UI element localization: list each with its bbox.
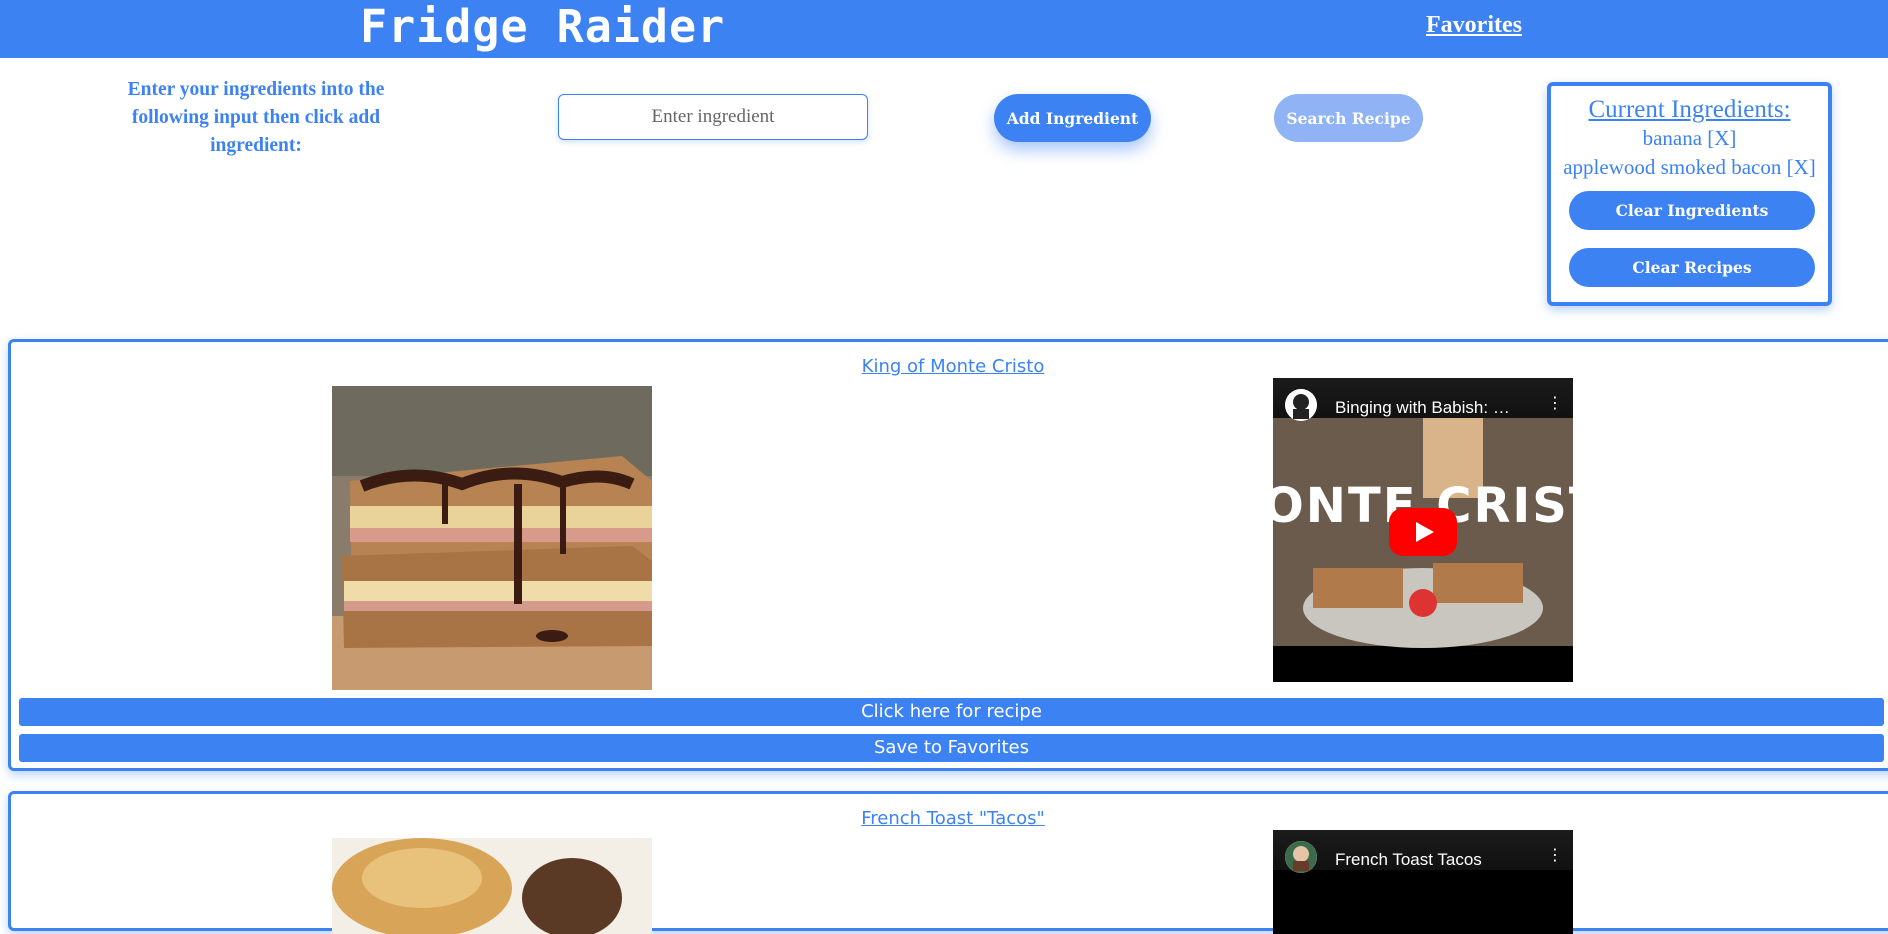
recipe-title-link[interactable]: King of Monte Cristo: [11, 356, 1888, 377]
more-options-icon[interactable]: ⋮: [1547, 395, 1563, 411]
ingredient-item-bacon[interactable]: applewood smoked bacon [X]: [1551, 153, 1828, 182]
save-to-favorites-button[interactable]: Save to Favorites: [19, 734, 1884, 762]
youtube-video-embed[interactable]: French Toast Tacos ⋮: [1273, 830, 1573, 934]
clear-recipes-button[interactable]: Clear Recipes: [1569, 248, 1815, 287]
recipe-image: [332, 386, 652, 690]
clear-ingredients-button[interactable]: Clear Ingredients: [1569, 191, 1815, 230]
recipe-image: [332, 838, 652, 934]
brand-title: Fridge Raider: [360, 0, 726, 53]
channel-avatar: [1285, 841, 1317, 873]
search-recipe-button[interactable]: Search Recipe: [1274, 94, 1423, 142]
ingredient-input[interactable]: [558, 94, 868, 140]
channel-avatar: [1285, 389, 1317, 421]
instructions-text: Enter your ingredients into the followin…: [127, 79, 385, 156]
video-header: French Toast Tacos ⋮: [1273, 830, 1573, 873]
top-navbar: Fridge Raider Favorites: [0, 0, 1888, 58]
play-icon[interactable]: [1389, 508, 1457, 556]
view-recipe-button[interactable]: Click here for recipe: [19, 698, 1884, 726]
video-header: Binging with Babish: Monte Cristo ⋮: [1273, 378, 1573, 421]
ingredient-item-banana[interactable]: banana [X]: [1551, 124, 1828, 153]
youtube-video-embed[interactable]: ONTE CRIST Binging with Babish: Monte Cr…: [1273, 378, 1573, 682]
more-options-icon[interactable]: ⋮: [1547, 847, 1563, 863]
current-ingredients-title: Current Ingredients:: [1588, 96, 1791, 123]
favorites-link[interactable]: Favorites: [1426, 12, 1522, 39]
current-ingredients-panel: Current Ingredients: banana [X] applewoo…: [1547, 82, 1832, 306]
video-title[interactable]: French Toast Tacos: [1335, 850, 1515, 870]
recipe-card: French Toast "Tacos" French Toast Tacos …: [8, 791, 1888, 934]
recipe-card: King of Monte Cristo ONTE CRIS Binging w…: [8, 339, 1888, 771]
add-ingredient-button[interactable]: Add Ingredient: [994, 94, 1151, 142]
recipe-title-link[interactable]: French Toast "Tacos": [11, 808, 1888, 829]
video-title[interactable]: Binging with Babish: Monte Cristo: [1335, 398, 1515, 418]
